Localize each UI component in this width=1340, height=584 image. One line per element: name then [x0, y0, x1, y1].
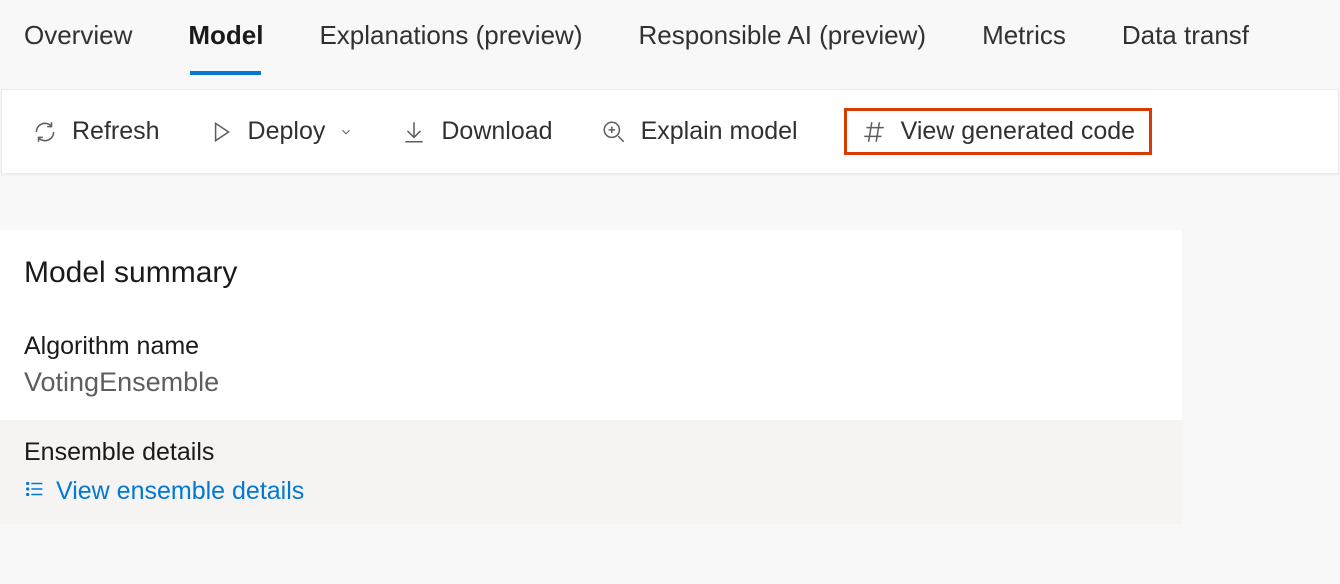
tabs-bar: Overview Model Explanations (preview) Re…: [0, 0, 1340, 75]
ensemble-details-section: Ensemble details View ensemble details: [0, 420, 1182, 524]
algorithm-name-value: VotingEnsemble: [24, 367, 1158, 398]
refresh-button[interactable]: Refresh: [30, 113, 162, 150]
hash-icon: [861, 119, 887, 145]
toolbar: Refresh Deploy Download Explain model Vi…: [1, 89, 1339, 174]
view-generated-code-label: View generated code: [901, 117, 1135, 146]
download-icon: [401, 119, 427, 145]
tab-responsible-ai[interactable]: Responsible AI (preview): [638, 20, 926, 75]
download-button[interactable]: Download: [399, 113, 554, 150]
deploy-button[interactable]: Deploy: [206, 113, 356, 150]
refresh-icon: [32, 119, 58, 145]
chevron-down-icon: [339, 117, 353, 146]
view-generated-code-button[interactable]: View generated code: [844, 108, 1152, 155]
algorithm-name-label: Algorithm name: [24, 332, 1158, 361]
deploy-label: Deploy: [248, 117, 326, 146]
tab-explanations[interactable]: Explanations (preview): [319, 20, 582, 75]
refresh-label: Refresh: [72, 117, 160, 146]
zoom-in-icon: [601, 119, 627, 145]
model-summary-top: Model summary Algorithm name VotingEnsem…: [0, 230, 1182, 420]
model-summary-title: Model summary: [24, 256, 1158, 290]
explain-model-button[interactable]: Explain model: [599, 113, 800, 150]
tab-metrics[interactable]: Metrics: [982, 20, 1066, 75]
download-label: Download: [441, 117, 552, 146]
play-icon: [208, 119, 234, 145]
ensemble-details-label: Ensemble details: [24, 438, 1158, 467]
explain-model-label: Explain model: [641, 117, 798, 146]
view-ensemble-details-link[interactable]: View ensemble details: [24, 477, 1158, 506]
tab-model[interactable]: Model: [188, 20, 263, 75]
content-area: Model summary Algorithm name VotingEnsem…: [0, 230, 1340, 524]
list-icon: [24, 478, 46, 505]
tab-overview[interactable]: Overview: [24, 20, 132, 75]
tab-data-transf[interactable]: Data transf: [1122, 20, 1249, 75]
view-ensemble-details-text: View ensemble details: [56, 477, 304, 506]
model-summary-card: Model summary Algorithm name VotingEnsem…: [0, 230, 1182, 524]
